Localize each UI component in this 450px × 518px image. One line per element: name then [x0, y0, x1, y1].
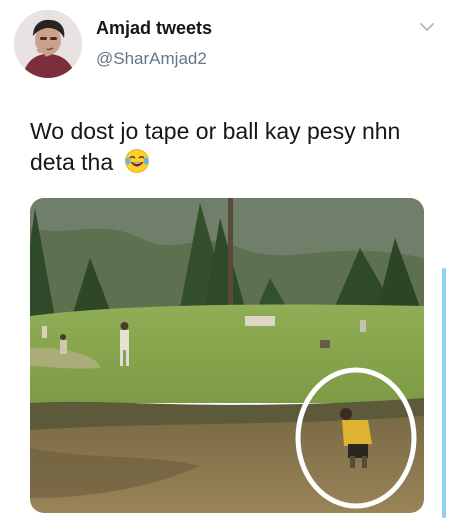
- chevron-down-icon[interactable]: [418, 18, 436, 36]
- scrollbar[interactable]: [442, 268, 446, 518]
- face-with-tears-of-joy-icon: [124, 148, 150, 174]
- avatar[interactable]: [14, 10, 82, 78]
- user-handle[interactable]: @SharAmjad2: [96, 49, 207, 69]
- tweet-card: Amjad tweets @SharAmjad2 Wo dost jo tape…: [0, 0, 450, 518]
- display-name[interactable]: Amjad tweets: [96, 18, 212, 39]
- avatar-image: [14, 10, 82, 78]
- tweet-text: Wo dost jo tape or ball kay pesy nhn det…: [30, 116, 410, 178]
- tweet-text-body: Wo dost jo tape or ball kay pesy nhn det…: [30, 118, 401, 175]
- photo-cricket-field: [30, 198, 424, 513]
- tweet-media-photo[interactable]: [30, 198, 424, 513]
